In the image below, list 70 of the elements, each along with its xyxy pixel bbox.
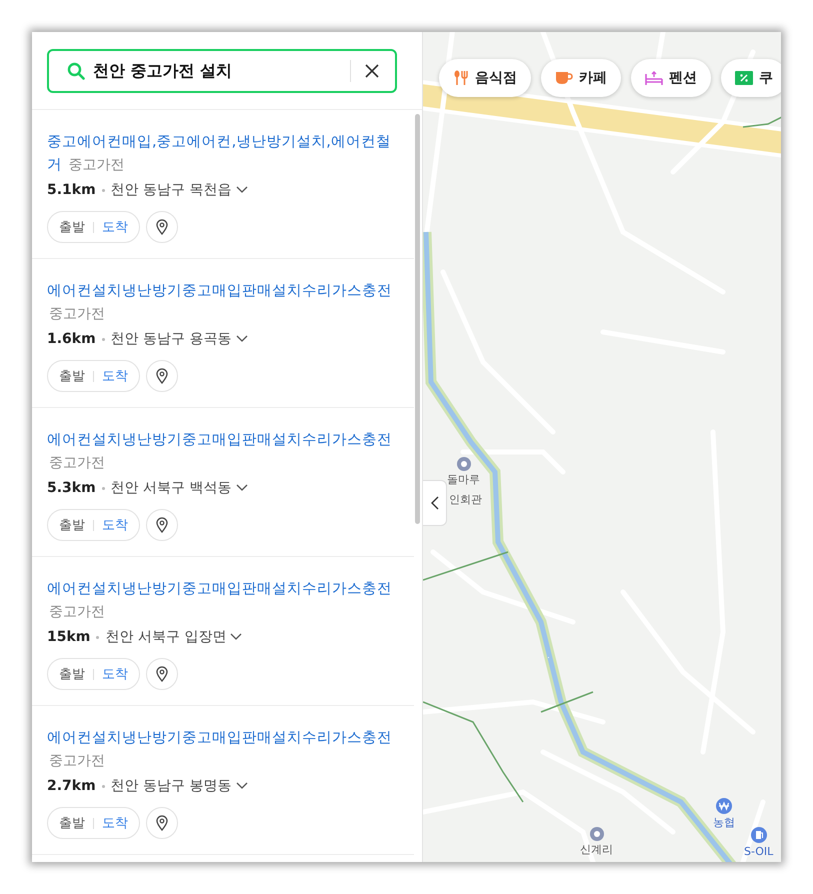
distance-text: 5.1km bbox=[47, 182, 96, 198]
map-pin-button[interactable] bbox=[146, 211, 178, 243]
cup-icon bbox=[555, 70, 573, 86]
map-pin-button[interactable] bbox=[146, 509, 178, 541]
result-title[interactable]: 에어컨설치냉난방기중고매입판매설치수리가스충전 중고가전 bbox=[47, 279, 399, 326]
address-text[interactable]: 천안 서북구 백석동 bbox=[110, 479, 232, 497]
start-link[interactable]: 출발 bbox=[59, 814, 85, 832]
map[interactable]: 돌마루 인회관 농협 신계리 S-OIL 음식점 카페 펜션 쿠 bbox=[423, 32, 781, 862]
category-label: 중고가전 bbox=[49, 306, 105, 322]
map-label[interactable]: 인회관 bbox=[449, 493, 482, 506]
map-pin-icon bbox=[156, 815, 168, 831]
distance-text: 15km bbox=[47, 629, 90, 645]
category-label: 중고가전 bbox=[49, 455, 105, 471]
bed-icon bbox=[645, 70, 663, 86]
address-text[interactable]: 천안 동남구 봉명동 bbox=[110, 777, 232, 795]
chevron-down-icon[interactable] bbox=[236, 484, 248, 492]
category-chip[interactable]: 쿠 bbox=[721, 59, 781, 97]
chevron-left-icon bbox=[430, 496, 438, 510]
map-label[interactable]: 신계리 bbox=[580, 843, 613, 856]
won-marker-icon bbox=[716, 798, 732, 814]
category-label: 중고가전 bbox=[68, 157, 125, 173]
category-label: 중고가전 bbox=[49, 753, 105, 769]
result-title[interactable]: 에어컨설치냉난방기중고매입판매설치수리가스충전 중고가전 bbox=[47, 577, 399, 624]
place-marker-icon bbox=[590, 827, 604, 841]
start-link[interactable]: 출발 bbox=[59, 218, 85, 236]
arrive-link[interactable]: 도착 bbox=[102, 814, 128, 832]
scrollbar[interactable] bbox=[415, 114, 420, 524]
distance-text: 1.6km bbox=[47, 331, 96, 347]
map-label[interactable]: S-OIL bbox=[744, 845, 774, 858]
address-text[interactable]: 천안 동남구 목천읍 bbox=[110, 181, 232, 199]
distance-text: 5.3km bbox=[47, 480, 96, 496]
map-pin-button[interactable] bbox=[146, 807, 178, 839]
place-marker-icon bbox=[456, 457, 470, 471]
chevron-down-icon[interactable] bbox=[236, 186, 248, 194]
search-field[interactable]: 천안 중고가전 설치 bbox=[47, 49, 397, 93]
start-link[interactable]: 출발 bbox=[59, 665, 85, 683]
coupon-icon bbox=[735, 71, 753, 85]
category-chip[interactable]: 카페 bbox=[541, 59, 621, 97]
chevron-down-icon[interactable] bbox=[230, 633, 242, 641]
chevron-down-icon[interactable] bbox=[236, 335, 248, 343]
map-pin-button[interactable] bbox=[146, 360, 178, 392]
arrive-link[interactable]: 도착 bbox=[102, 516, 128, 534]
map-pin-button[interactable] bbox=[146, 658, 178, 690]
map-pin-icon bbox=[156, 219, 168, 235]
search-text: 천안 중고가전 설치 bbox=[93, 60, 234, 82]
collapse-button[interactable] bbox=[423, 480, 447, 526]
fork-spoon-icon bbox=[453, 70, 469, 86]
map-pin-icon bbox=[156, 368, 168, 384]
category-chip[interactable]: 펜션 bbox=[631, 59, 711, 97]
close-icon bbox=[365, 64, 379, 78]
chevron-down-icon[interactable] bbox=[236, 782, 248, 790]
start-link[interactable]: 출발 bbox=[59, 516, 85, 534]
distance-text: 2.7km bbox=[47, 778, 96, 794]
map-pin-icon bbox=[156, 517, 168, 533]
map-label[interactable]: 돌마루 bbox=[447, 473, 480, 486]
search-icon bbox=[67, 62, 85, 80]
category-chip[interactable]: 음식점 bbox=[439, 59, 531, 97]
address-text[interactable]: 천안 서북구 입장면 bbox=[105, 628, 226, 646]
category-label: 중고가전 bbox=[49, 604, 105, 620]
arrive-link[interactable]: 도착 bbox=[102, 665, 128, 683]
result-title[interactable]: 에어컨설치냉난방기중고매입판매설치수리가스충전 중고가전 bbox=[47, 428, 399, 475]
start-link[interactable]: 출발 bbox=[59, 367, 85, 385]
arrive-link[interactable]: 도착 bbox=[102, 367, 128, 385]
result-title[interactable]: 중고에어컨매입,중고에어컨,냉난방기설치,에어컨철거 중고가전 bbox=[47, 130, 399, 177]
map-pin-icon bbox=[156, 666, 168, 682]
arrive-link[interactable]: 도착 bbox=[102, 218, 128, 236]
fuel-pump-icon bbox=[750, 827, 767, 843]
result-title[interactable]: 에어컨설치냉난방기중고매입판매설치수리가스충전 중고가전 bbox=[47, 726, 399, 773]
address-text[interactable]: 천안 동남구 용곡동 bbox=[110, 330, 232, 348]
map-label[interactable]: 농협 bbox=[713, 816, 735, 829]
